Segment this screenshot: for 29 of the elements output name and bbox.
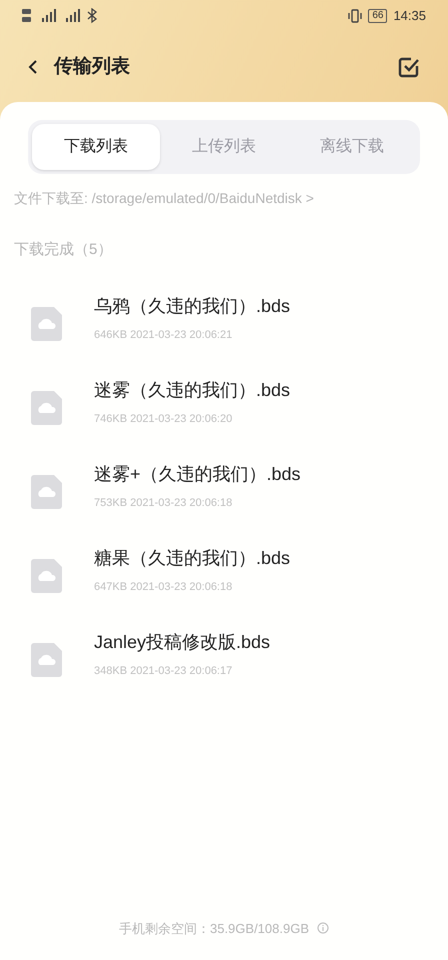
back-icon[interactable]	[28, 59, 38, 75]
file-row[interactable]: 迷雾+（久违的我们）.bds 753KB 2021-03-23 20:06:18	[0, 450, 448, 534]
file-name: 迷雾（久违的我们）.bds	[94, 379, 290, 402]
file-row[interactable]: 糖果（久违的我们）.bds 647KB 2021-03-23 20:06:18	[0, 534, 448, 618]
file-icon	[31, 642, 62, 676]
file-icon	[31, 474, 62, 508]
clock: 14:35	[393, 7, 426, 26]
battery-indicator: 66	[368, 9, 388, 23]
file-meta: 647KB 2021-03-23 20:06:18	[94, 580, 234, 596]
file-icon	[31, 390, 62, 424]
file-row[interactable]: Janley投稿修改版.bds 348KB 2021-03-23 20:06:17	[0, 618, 448, 702]
file-name: 迷雾+（久违的我们）.bds	[94, 463, 301, 486]
file-icon	[31, 558, 62, 592]
vibrate-icon	[348, 9, 362, 23]
file-meta: 646KB 2021-03-23 20:06:21	[94, 328, 234, 344]
file-row[interactable]: 乌鸦（久违的我们）.bds 646KB 2021-03-23 20:06:21	[0, 282, 448, 366]
file-meta: 348KB 2021-03-23 20:06:17	[94, 664, 234, 680]
section-title: 下载完成（5）	[14, 240, 114, 260]
storage-info: 手机剩余空间：35.9GB/108.9GB	[118, 920, 309, 938]
file-name: Janley投稿修改版.bds	[94, 631, 270, 654]
file-name: 糖果（久违的我们）.bds	[94, 547, 290, 570]
file-row[interactable]: 迷雾（久违的我们）.bds 746KB 2021-03-23 20:06:20	[0, 366, 448, 450]
page-title: 传输列表	[54, 54, 130, 79]
file-name: 乌鸦（久违的我们）.bds	[94, 295, 290, 318]
tab[interactable]: 下载列表	[32, 124, 160, 170]
file-meta: 753KB 2021-03-23 20:06:18	[94, 496, 234, 512]
file-meta: 746KB 2021-03-23 20:06:20	[94, 412, 234, 428]
file-icon	[31, 306, 62, 340]
checkbox-icon[interactable]	[398, 56, 420, 78]
